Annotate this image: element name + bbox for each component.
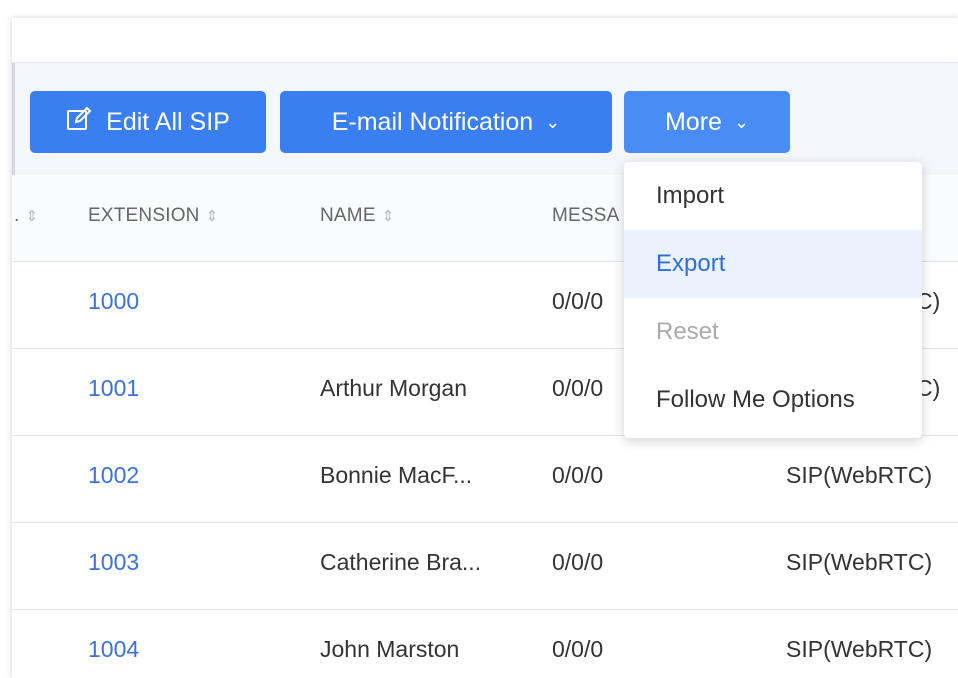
message-cell: 0/0/0	[552, 636, 604, 662]
name-cell: Catherine Bra...	[320, 549, 482, 575]
more-dropdown-menu: Import Export Reset Follow Me Options	[624, 162, 922, 438]
toolbar-left-edge	[12, 63, 15, 175]
message-cell: 0/0/0	[552, 462, 604, 488]
message-cell: 0/0/0	[552, 375, 604, 401]
menu-item-reset: Reset	[656, 318, 719, 345]
chevron-down-icon: ⌄	[733, 111, 750, 132]
menu-item-follow-me-options[interactable]: Follow Me Options	[624, 366, 922, 434]
toolbar: Edit All SIP E-mail Notification ⌄ More …	[12, 63, 958, 175]
chevron-down-icon: ⌄	[545, 111, 561, 132]
column-header-extension[interactable]: EXTENSION ⇕	[88, 205, 218, 227]
column-header-name-label: NAME	[320, 205, 376, 226]
column-header-name[interactable]: NAME ⇕	[320, 205, 394, 227]
column-header-partial-label: .	[14, 205, 20, 226]
sort-icon: ⇕	[381, 208, 395, 225]
edit-icon	[66, 106, 106, 139]
message-cell: 0/0/0	[552, 549, 604, 575]
email-notification-label: E-mail Notification	[331, 107, 534, 136]
sort-icon: ⇕	[205, 208, 219, 225]
email-notification-button[interactable]: E-mail Notification ⌄	[280, 91, 612, 153]
extension-link[interactable]: 1003	[88, 549, 139, 576]
extension-link[interactable]: 1004	[88, 636, 139, 663]
name-cell: Arthur Morgan	[320, 375, 468, 401]
table-row[interactable]: 1004 John Marston 0/0/0 SIP(WebRTC)	[12, 610, 958, 678]
menu-item-import[interactable]: Import	[624, 162, 922, 230]
extension-link[interactable]: 1002	[88, 462, 139, 489]
top-strip	[12, 18, 958, 63]
type-cell: SIP(WebRTC)	[786, 549, 933, 575]
sort-icon: ⇕	[25, 208, 39, 225]
edit-all-sip-button[interactable]: Edit All SIP	[30, 91, 266, 153]
table-row[interactable]: 1003 Catherine Bra... 0/0/0 SIP(WebRTC)	[12, 523, 958, 610]
name-cell: Bonnie MacF...	[320, 462, 473, 488]
name-cell: John Marston	[320, 636, 460, 662]
more-label: More	[664, 107, 722, 136]
edit-all-sip-label: Edit All SIP	[106, 107, 230, 136]
extensions-panel: Edit All SIP E-mail Notification ⌄ More …	[12, 18, 958, 678]
more-button[interactable]: More ⌄	[624, 91, 790, 153]
column-header-partial[interactable]: . ⇕	[14, 205, 38, 227]
extension-link[interactable]: 1001	[88, 375, 139, 402]
table-row[interactable]: 1002 Bonnie MacF... 0/0/0 SIP(WebRTC)	[12, 436, 958, 523]
menu-item-export[interactable]: Export	[624, 230, 922, 298]
extension-link[interactable]: 1000	[88, 288, 139, 315]
column-header-extension-label: EXTENSION	[88, 205, 200, 226]
type-cell: SIP(WebRTC)	[786, 636, 933, 662]
column-header-message[interactable]: MESSA	[552, 205, 620, 227]
type-cell: SIP(WebRTC)	[786, 462, 933, 488]
message-cell: 0/0/0	[552, 288, 604, 314]
